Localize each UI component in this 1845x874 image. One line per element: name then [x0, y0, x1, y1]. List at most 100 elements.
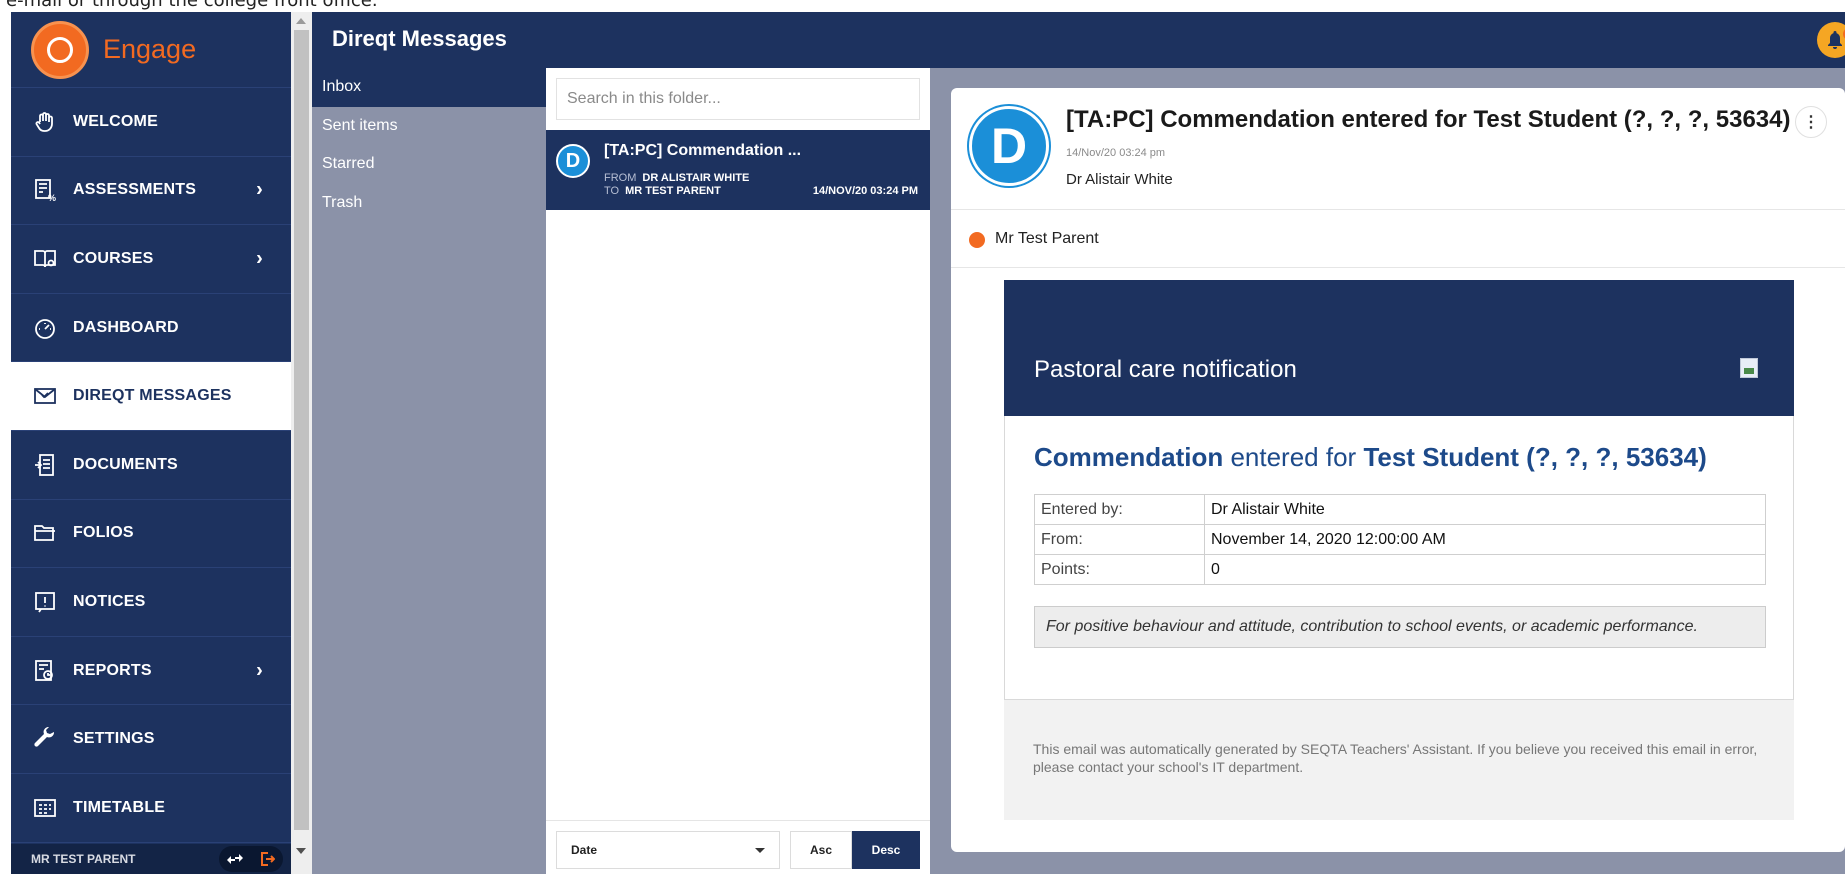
assessment-icon: %	[31, 176, 59, 204]
chevron-down-icon	[755, 848, 765, 853]
message-timestamp: 14/Nov/20 03:24 pm	[1066, 147, 1166, 159]
hand-wave-icon	[31, 108, 59, 136]
folder-icon	[31, 519, 59, 547]
current-user-name: MR TEST PARENT	[31, 852, 136, 866]
page-caption-fragment: e-mail or through the college front offi…	[0, 0, 1845, 12]
email-headline: Commendation entered for Test Student (?…	[1034, 442, 1707, 472]
message-sender: Dr Alistair White	[1066, 171, 1173, 188]
chevron-right-icon: ›	[256, 659, 263, 682]
message-from: FROM DR ALISTAIR WHITE	[604, 172, 749, 184]
message-card: D [TA:PC] Commendation entered for Test …	[951, 88, 1845, 852]
book-icon	[31, 245, 59, 273]
sort-desc-button[interactable]: Desc	[852, 831, 920, 869]
sidebar-item-label: TIMETABLE	[73, 798, 166, 816]
recipient-status-dot	[969, 232, 985, 248]
email-body: Commendation entered for Test Student (?…	[1004, 416, 1794, 700]
user-actions	[219, 846, 283, 872]
sort-asc-button[interactable]: Asc	[790, 831, 852, 869]
commendation-note: For positive behaviour and attitude, con…	[1034, 606, 1766, 648]
details-table: Entered by: Dr Alistair White From: Novemb…	[1034, 494, 1766, 585]
table-row: From: November 14, 2020 12:00:00 AM	[1034, 524, 1766, 555]
envelope-icon	[31, 382, 59, 410]
notice-icon	[31, 588, 59, 616]
sidebar-item-label: DOCUMENTS	[73, 455, 178, 473]
folder-trash[interactable]: Trash	[312, 184, 546, 223]
message-title: [TA:PC] Commendation entered for Test St…	[1066, 106, 1791, 133]
email-footer: This email was automatically generated b…	[1004, 700, 1794, 820]
sidebar-item-label: ASSESSMENTS	[73, 181, 197, 199]
sidebar-item-folios[interactable]: FOLIOS	[11, 500, 291, 569]
email-banner: Pastoral care notification	[1004, 280, 1794, 416]
sidebar-scrollbar[interactable]	[291, 12, 312, 874]
recipient-name: Mr Test Parent	[995, 230, 1099, 247]
recipient-list: Mr Test Parent	[951, 210, 1845, 268]
sidebar-item-label: COURSES	[73, 249, 154, 267]
sort-field-value: Date	[571, 843, 598, 857]
sidebar-user-footer: MR TEST PARENT	[11, 844, 291, 874]
chevron-right-icon: ›	[256, 178, 263, 201]
engage-logo-icon	[31, 20, 89, 79]
message-to: TO MR TEST PARENT	[604, 185, 721, 197]
sender-avatar: D	[969, 106, 1049, 186]
sidebar-item-dashboard[interactable]: DASHBOARD	[11, 294, 291, 363]
banner-title: Pastoral care notification	[1034, 356, 1297, 383]
list-item[interactable]: D [TA:PC] Commendation ... FROM DR ALISTA…	[546, 130, 930, 210]
sidebar-item-reports[interactable]: REPORTS ›	[11, 637, 291, 706]
sidebar-item-label: SETTINGS	[73, 730, 155, 748]
sidebar-item-label: REPORTS	[73, 661, 152, 679]
chevron-right-icon: ›	[256, 247, 263, 270]
from-value: DR ALISTAIR WHITE	[642, 172, 750, 184]
notification-bell-icon[interactable]	[1817, 22, 1845, 58]
table-row: Entered by: Dr Alistair White	[1034, 494, 1766, 525]
broken-image-icon	[1740, 358, 1758, 378]
folder-starred[interactable]: Starred	[312, 145, 546, 184]
scroll-down-icon[interactable]	[296, 848, 306, 854]
sidebar-item-direqt-messages[interactable]: DIREQT MESSAGES	[11, 362, 291, 431]
page-title: Direqt Messages	[332, 26, 507, 51]
sidebar-item-settings[interactable]: SETTINGS	[11, 705, 291, 774]
sidebar-item-label: DIREQT MESSAGES	[73, 387, 232, 405]
app-logo-text: Engage	[103, 34, 197, 64]
sidebar-item-welcome[interactable]: WELCOME	[11, 88, 291, 157]
logout-icon[interactable]	[258, 850, 276, 868]
message-list: Search in this folder... D [TA:PC] Comme…	[546, 68, 930, 874]
scrollbar-thumb[interactable]	[294, 30, 309, 830]
document-icon	[31, 451, 59, 479]
message-header: D [TA:PC] Commendation entered for Test …	[951, 88, 1845, 210]
switch-user-icon[interactable]	[226, 850, 244, 868]
sidebar-item-label: WELCOME	[73, 112, 158, 130]
search-input[interactable]: Search in this folder...	[556, 78, 920, 120]
sidebar-item-label: FOLIOS	[73, 524, 134, 542]
sidebar-item-courses[interactable]: COURSES ›	[11, 225, 291, 294]
scroll-up-icon[interactable]	[296, 18, 306, 24]
sidebar-nav: WELCOME % ASSESSMENTS › COURSES › DASHBO…	[11, 88, 291, 843]
message-subject: [TA:PC] Commendation ...	[604, 142, 802, 159]
sidebar-item-assessments[interactable]: % ASSESSMENTS ›	[11, 157, 291, 226]
from-key: FROM	[604, 172, 637, 184]
svg-text:%: %	[48, 193, 56, 202]
report-icon	[31, 657, 59, 685]
folder-inbox[interactable]: Inbox	[312, 68, 546, 107]
email-content: Pastoral care notification Commendation …	[1004, 280, 1794, 820]
app-logo[interactable]: Engage	[11, 12, 291, 88]
sidebar-item-label: DASHBOARD	[73, 318, 179, 336]
sidebar-item-label: NOTICES	[73, 592, 146, 610]
more-options-icon[interactable]: ⋮	[1795, 106, 1827, 138]
sidebar: Engage WELCOME % ASSESSMENTS › COURSES ›…	[11, 12, 291, 874]
email-footer-text: This email was automatically generated b…	[1033, 741, 1758, 775]
timetable-icon	[31, 794, 59, 822]
to-value: MR TEST PARENT	[625, 185, 721, 197]
sidebar-item-timetable[interactable]: TIMETABLE	[11, 774, 291, 843]
top-header: Direqt Messages	[312, 12, 1845, 68]
folder-list: Inbox Sent items Starred Trash	[312, 68, 546, 874]
sort-field-select[interactable]: Date	[556, 831, 780, 869]
avatar: D	[556, 144, 590, 178]
gauge-icon	[31, 314, 59, 342]
sidebar-item-notices[interactable]: NOTICES	[11, 568, 291, 637]
folder-sent-items[interactable]: Sent items	[312, 107, 546, 146]
table-row: Points: 0	[1034, 554, 1766, 585]
sidebar-item-documents[interactable]: DOCUMENTS	[11, 431, 291, 500]
to-key: TO	[604, 185, 620, 197]
sort-bar: Date Asc Desc	[546, 820, 930, 874]
message-date: 14/NOV/20 03:24 PM	[812, 185, 918, 197]
